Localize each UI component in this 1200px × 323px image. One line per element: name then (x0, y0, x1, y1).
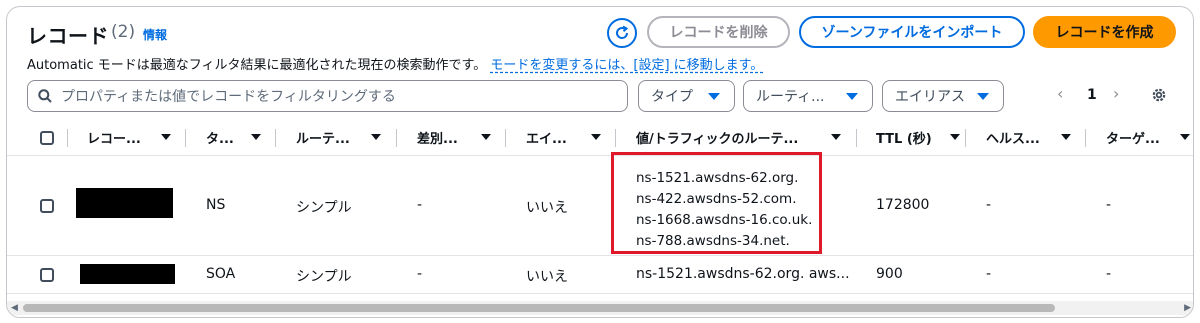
column-header-name[interactable]: レコー... (87, 128, 141, 147)
column-divider (505, 129, 506, 147)
column-header-type[interactable]: タ... (206, 128, 234, 147)
alias-filter-select[interactable]: エイリアス (882, 80, 1004, 112)
highlight-annotation-box (611, 152, 822, 254)
search-mode-description: Automatic モードは最適なフィルタ結果に最適化された現在の検索動作です。… (27, 54, 763, 73)
sort-caret-icon[interactable] (251, 134, 261, 140)
caret-down-icon (977, 92, 989, 100)
differentiator: - (417, 266, 423, 282)
column-header-target[interactable]: ターゲ... (1106, 128, 1160, 147)
caret-down-icon (708, 92, 720, 100)
scroll-left-icon[interactable]: ◀ (11, 303, 18, 313)
health-check: - (986, 197, 992, 213)
row-checkbox[interactable] (40, 268, 54, 282)
records-panel: レコード (2) 情報 Automatic モードは最適なフィルタ結果に最適化さ… (6, 6, 1194, 318)
soa-value: ns-1521.awsdns-62.org. aws... (636, 266, 850, 282)
next-page-icon[interactable]: › (1113, 84, 1119, 103)
table-row[interactable]: NS シンプル - いいえ 172800 - - (7, 156, 1193, 256)
column-header-differentiator[interactable]: 差別... (417, 128, 458, 147)
column-divider (275, 129, 276, 147)
health-check: - (986, 266, 992, 282)
horizontal-scrollbar[interactable]: ◀ ▶ (7, 301, 1193, 315)
select-all-checkbox[interactable] (40, 131, 54, 145)
column-header-value[interactable]: 値/トラフィックのルーテ... (636, 128, 798, 147)
routing-policy: シンプル (296, 200, 352, 216)
column-divider (965, 129, 966, 147)
info-link[interactable]: 情報 (143, 26, 167, 43)
table-row[interactable]: SOA シンプル - いいえ ns-1521.awsdns-62.org. aw… (7, 256, 1193, 294)
sort-caret-icon[interactable] (1061, 134, 1071, 140)
refresh-button[interactable] (607, 18, 637, 48)
evaluate-target: - (1106, 197, 1112, 213)
record-count: (2) (111, 22, 136, 42)
sort-caret-icon[interactable] (950, 134, 960, 140)
gear-icon[interactable] (1150, 86, 1168, 104)
record-type: NS (206, 197, 226, 213)
current-page-number[interactable]: 1 (1087, 87, 1097, 103)
differentiator: - (417, 197, 423, 213)
column-divider (615, 129, 616, 147)
search-icon (38, 89, 52, 103)
delete-record-button[interactable]: レコードを削除 (647, 16, 790, 48)
sort-caret-icon[interactable] (371, 134, 381, 140)
column-divider (1085, 129, 1086, 147)
redacted-record-name (76, 188, 173, 218)
sort-caret-icon[interactable] (161, 134, 171, 140)
column-divider (67, 129, 68, 147)
table-header: レコー... タ... ルーテ... 差別... エイ... 値/トラフィックの… (7, 120, 1193, 156)
import-zone-file-button[interactable]: ゾーンファイルをインポート (799, 16, 1025, 48)
scrollbar-thumb[interactable] (23, 304, 1055, 312)
alias-flag: いいえ (526, 269, 568, 285)
sort-caret-icon[interactable] (591, 134, 601, 140)
alias-filter-label: エイリアス (895, 89, 965, 105)
refresh-icon (616, 25, 629, 39)
column-header-health[interactable]: ヘルス... (986, 128, 1040, 147)
search-input[interactable]: プロパティまたは値でレコードをフィルタリングする (27, 80, 628, 112)
column-divider (856, 129, 857, 147)
sort-caret-icon[interactable] (1180, 134, 1190, 140)
evaluate-target: - (1106, 266, 1112, 282)
search-placeholder: プロパティまたは値でレコードをフィルタリングする (61, 89, 396, 105)
scroll-right-icon[interactable]: ▶ (1184, 303, 1191, 313)
redacted-record-name (80, 264, 175, 284)
row-checkbox[interactable] (40, 199, 54, 213)
settings-link[interactable]: モードを変更するには、[設定] に移動します。 (490, 58, 763, 73)
record-type: SOA (206, 266, 236, 282)
previous-page-icon[interactable]: ‹ (1057, 84, 1063, 103)
description-text: Automatic モードは最適なフィルタ結果に最適化された現在の検索動作です。 (27, 58, 487, 73)
ttl-value: 900 (876, 266, 903, 282)
page-title: レコード (27, 24, 109, 48)
column-header-ttl[interactable]: TTL (秒) (876, 128, 932, 147)
column-header-routing[interactable]: ルーテ... (296, 128, 350, 147)
column-divider (396, 129, 397, 147)
routing-filter-label: ルーティ... (756, 89, 825, 105)
caret-down-icon (846, 92, 858, 100)
column-divider (185, 129, 186, 147)
ttl-value: 172800 (876, 197, 930, 213)
routing-filter-select[interactable]: ルーティ... (743, 80, 873, 112)
sort-caret-icon[interactable] (831, 134, 841, 140)
type-filter-label: タイプ (651, 89, 693, 105)
column-header-alias[interactable]: エイ... (526, 128, 567, 147)
routing-policy: シンプル (296, 269, 352, 285)
alias-flag: いいえ (526, 200, 568, 216)
sort-caret-icon[interactable] (481, 134, 491, 140)
create-record-button[interactable]: レコードを作成 (1033, 16, 1176, 48)
type-filter-select[interactable]: タイプ (638, 80, 735, 112)
